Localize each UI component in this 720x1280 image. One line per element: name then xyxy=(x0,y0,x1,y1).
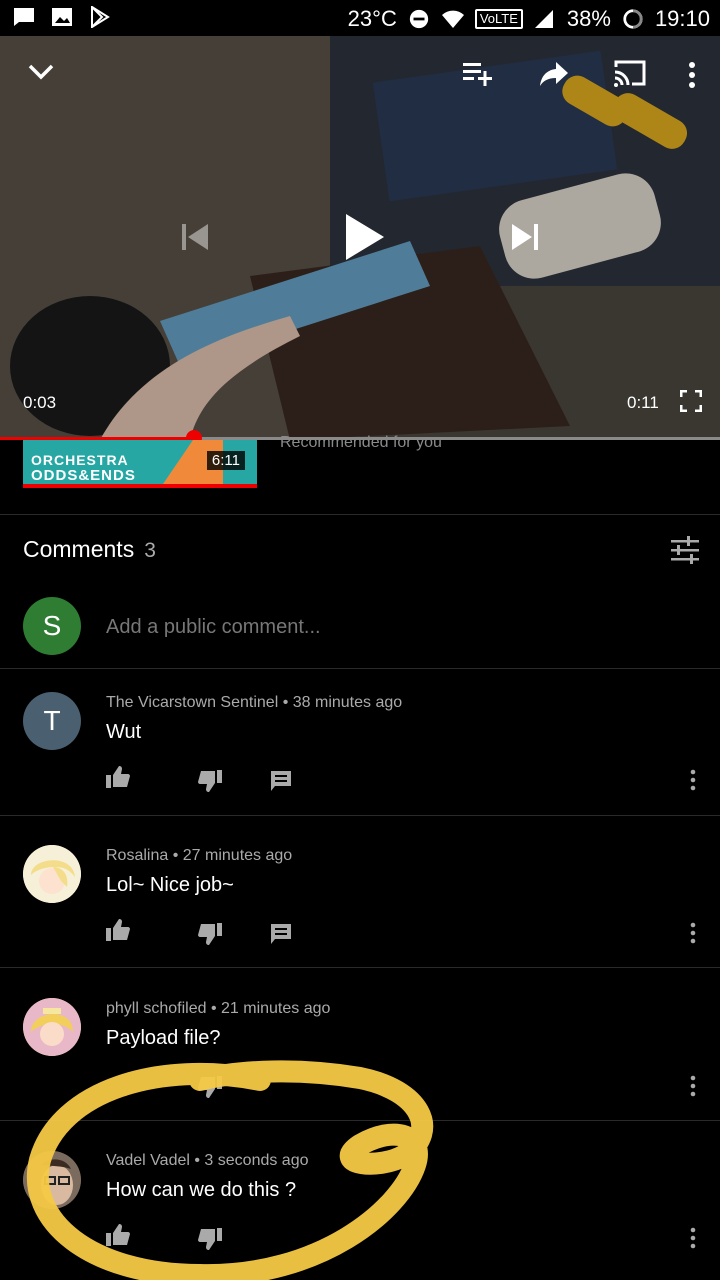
comment-meta: Vadel Vadel • 3 seconds ago xyxy=(106,1152,309,1169)
divider xyxy=(0,815,720,816)
comments-header: Comments 3 xyxy=(23,536,156,563)
dislike-icon[interactable] xyxy=(198,1076,222,1098)
play-icon[interactable] xyxy=(342,212,386,262)
video-player[interactable]: 0:03 0:11 xyxy=(0,36,720,440)
comment-avatar[interactable] xyxy=(23,1151,81,1209)
reply-icon[interactable] xyxy=(270,923,292,945)
message-notification-icon xyxy=(14,8,34,26)
divider xyxy=(0,514,720,515)
thumbnail-duration: 6:11 xyxy=(206,451,245,470)
cast-icon[interactable] xyxy=(612,58,648,88)
thumbnail-title-line2: ODDS&ENDS xyxy=(31,467,136,484)
volte-badge: VoLTE xyxy=(474,9,523,29)
comment-avatar[interactable]: T xyxy=(23,692,81,750)
vadel-avatar-image xyxy=(23,1151,81,1209)
comment-author[interactable]: phyll schofiled xyxy=(106,1000,207,1017)
comment-more-icon[interactable] xyxy=(688,769,698,791)
comment-avatar[interactable] xyxy=(23,845,81,903)
dislike-icon[interactable] xyxy=(198,770,222,792)
next-icon[interactable] xyxy=(508,222,540,252)
temperature: 23°C xyxy=(347,6,397,31)
add-to-queue-icon[interactable] xyxy=(462,60,494,86)
comment-more-icon[interactable] xyxy=(688,922,698,944)
divider xyxy=(0,967,720,968)
comments-title: Comments xyxy=(23,536,135,562)
thumbnail-title-line1: ORCHESTRA xyxy=(31,452,129,468)
duration-time: 0:11 xyxy=(627,393,659,412)
dislike-icon[interactable] xyxy=(198,923,222,945)
divider xyxy=(0,1120,720,1121)
share-icon[interactable] xyxy=(538,60,570,88)
watched-indicator xyxy=(23,484,257,488)
current-time: 0:03 xyxy=(23,393,57,412)
comment-age: 21 minutes ago xyxy=(221,1000,331,1017)
add-comment-input[interactable]: Add a public comment... xyxy=(106,616,321,639)
comment-meta: The Vicarstown Sentinel • 38 minutes ago xyxy=(106,694,403,711)
status-bar: 23°C VoLTE 38% 19:10 xyxy=(0,0,720,36)
sort-comments-icon[interactable] xyxy=(670,536,700,564)
comment-text: Payload file? xyxy=(106,1027,221,1049)
comment-more-icon[interactable] xyxy=(688,1075,698,1097)
comments-count: 3 xyxy=(144,539,156,562)
comment-author[interactable]: Rosalina xyxy=(106,847,168,864)
wifi-icon xyxy=(441,10,464,28)
more-options-icon[interactable] xyxy=(680,60,704,90)
like-icon[interactable] xyxy=(106,766,130,788)
user-avatar: S xyxy=(23,597,81,655)
like-icon[interactable] xyxy=(106,919,130,941)
comment-age: 38 minutes ago xyxy=(292,694,403,711)
comment-meta: Rosalina • 27 minutes ago xyxy=(106,847,293,864)
like-icon[interactable] xyxy=(106,1224,130,1246)
comment-more-icon[interactable] xyxy=(688,1227,698,1249)
previous-icon[interactable] xyxy=(180,222,212,252)
clock: 19:10 xyxy=(654,6,710,31)
rosalina-avatar-image xyxy=(23,845,81,903)
battery-icon xyxy=(623,9,643,29)
comment-age: 3 seconds ago xyxy=(204,1152,309,1169)
comment-age: 27 minutes ago xyxy=(182,847,293,864)
recommended-label: Recommended for you xyxy=(280,434,442,451)
comment-author[interactable]: Vadel Vadel xyxy=(106,1152,190,1169)
dislike-icon[interactable] xyxy=(198,1228,222,1250)
comment-text: How can we do this ? xyxy=(106,1179,297,1201)
play-store-icon xyxy=(91,6,110,28)
recommended-thumbnail[interactable]: ORCHESTRA ODDS&ENDS 6:11 xyxy=(23,440,257,488)
comment-author[interactable]: The Vicarstown Sentinel xyxy=(106,694,278,711)
signal-icon xyxy=(534,10,553,28)
divider xyxy=(0,668,720,669)
comment-avatar[interactable] xyxy=(23,998,81,1056)
image-notification-icon xyxy=(52,8,72,26)
do-not-disturb-icon xyxy=(409,9,428,29)
recommended-video[interactable]: ORCHESTRA ODDS&ENDS 6:11 Recommended for… xyxy=(0,434,720,514)
fullscreen-icon[interactable] xyxy=(680,390,702,412)
reply-icon[interactable] xyxy=(270,770,292,792)
battery-percent: 38% xyxy=(566,6,611,31)
comment-meta: phyll schofiled • 21 minutes ago xyxy=(106,1000,331,1017)
collapse-chevron-icon[interactable] xyxy=(26,60,56,84)
comment-text: Wut xyxy=(106,721,142,743)
comment-text: Lol~ Nice job~ xyxy=(106,874,234,896)
zelda-avatar-image xyxy=(23,998,81,1056)
